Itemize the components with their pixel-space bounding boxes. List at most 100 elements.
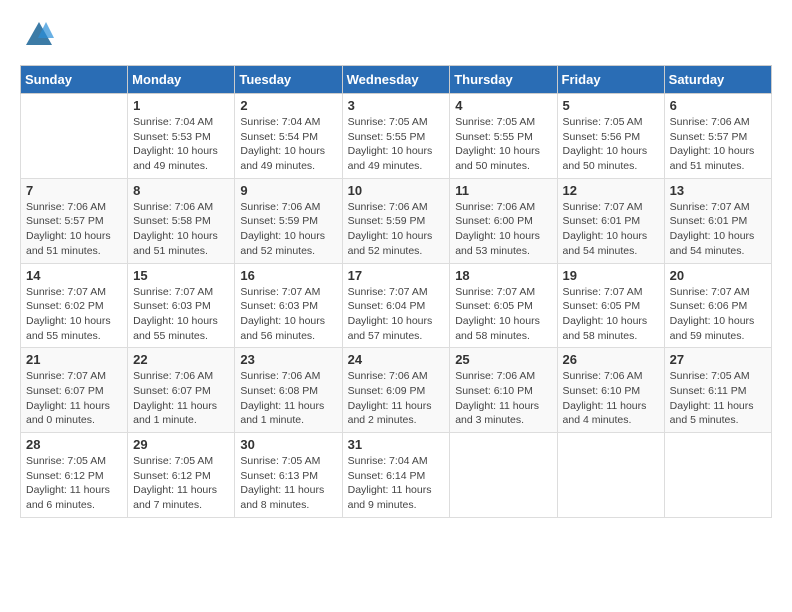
calendar-cell: 4 Sunrise: 7:05 AMSunset: 5:55 PMDaylight… [450, 94, 557, 179]
day-number: 18 [455, 268, 551, 283]
day-info: Sunrise: 7:07 AMSunset: 6:06 PMDaylight:… [670, 285, 766, 344]
calendar-cell: 24 Sunrise: 7:06 AMSunset: 6:09 PMDayligh… [342, 348, 450, 433]
calendar-cell: 6 Sunrise: 7:06 AMSunset: 5:57 PMDaylight… [664, 94, 771, 179]
day-info: Sunrise: 7:06 AMSunset: 5:57 PMDaylight:… [670, 115, 766, 174]
day-number: 31 [348, 437, 445, 452]
day-number: 17 [348, 268, 445, 283]
calendar-cell: 10 Sunrise: 7:06 AMSunset: 5:59 PMDayligh… [342, 178, 450, 263]
day-info: Sunrise: 7:07 AMSunset: 6:01 PMDaylight:… [670, 200, 766, 259]
day-number: 8 [133, 183, 229, 198]
day-number: 21 [26, 352, 122, 367]
calendar-dow-friday: Friday [557, 66, 664, 94]
calendar-cell: 1 Sunrise: 7:04 AMSunset: 5:53 PMDaylight… [128, 94, 235, 179]
calendar-cell: 18 Sunrise: 7:07 AMSunset: 6:05 PMDayligh… [450, 263, 557, 348]
calendar-cell: 25 Sunrise: 7:06 AMSunset: 6:10 PMDayligh… [450, 348, 557, 433]
calendar-cell: 30 Sunrise: 7:05 AMSunset: 6:13 PMDayligh… [235, 433, 342, 518]
day-number: 25 [455, 352, 551, 367]
day-info: Sunrise: 7:06 AMSunset: 5:57 PMDaylight:… [26, 200, 122, 259]
day-info: Sunrise: 7:04 AMSunset: 5:54 PMDaylight:… [240, 115, 336, 174]
day-info: Sunrise: 7:05 AMSunset: 5:56 PMDaylight:… [563, 115, 659, 174]
day-number: 23 [240, 352, 336, 367]
day-number: 1 [133, 98, 229, 113]
calendar-cell: 20 Sunrise: 7:07 AMSunset: 6:06 PMDayligh… [664, 263, 771, 348]
day-number: 14 [26, 268, 122, 283]
calendar-cell: 8 Sunrise: 7:06 AMSunset: 5:58 PMDaylight… [128, 178, 235, 263]
logo [20, 20, 54, 55]
day-number: 30 [240, 437, 336, 452]
day-number: 26 [563, 352, 659, 367]
day-number: 3 [348, 98, 445, 113]
day-info: Sunrise: 7:07 AMSunset: 6:05 PMDaylight:… [563, 285, 659, 344]
calendar-cell: 13 Sunrise: 7:07 AMSunset: 6:01 PMDayligh… [664, 178, 771, 263]
calendar-cell: 5Sunrise: 7:05 AMSunset: 5:56 PMDaylight… [557, 94, 664, 179]
day-info: Sunrise: 7:05 AMSunset: 6:12 PMDaylight:… [26, 454, 122, 513]
calendar-cell: 31 Sunrise: 7:04 AMSunset: 6:14 PMDayligh… [342, 433, 450, 518]
calendar-dow-thursday: Thursday [450, 66, 557, 94]
calendar-cell: 22 Sunrise: 7:06 AMSunset: 6:07 PMDayligh… [128, 348, 235, 433]
calendar-week-5: 28 Sunrise: 7:05 AMSunset: 6:12 PMDayligh… [21, 433, 772, 518]
day-info: Sunrise: 7:06 AMSunset: 6:10 PMDaylight:… [455, 369, 551, 428]
day-info: Sunrise: 7:07 AMSunset: 6:02 PMDaylight:… [26, 285, 122, 344]
day-info: Sunrise: 7:06 AMSunset: 5:59 PMDaylight:… [348, 200, 445, 259]
day-info: Sunrise: 7:04 AMSunset: 6:14 PMDaylight:… [348, 454, 445, 513]
day-info: Sunrise: 7:07 AMSunset: 6:04 PMDaylight:… [348, 285, 445, 344]
day-info: Sunrise: 7:05 AMSunset: 6:11 PMDaylight:… [670, 369, 766, 428]
calendar-cell: 28 Sunrise: 7:05 AMSunset: 6:12 PMDayligh… [21, 433, 128, 518]
day-number: 6 [670, 98, 766, 113]
day-number: 20 [670, 268, 766, 283]
calendar-cell: 29 Sunrise: 7:05 AMSunset: 6:12 PMDayligh… [128, 433, 235, 518]
calendar-cell: 19Sunrise: 7:07 AMSunset: 6:05 PMDayligh… [557, 263, 664, 348]
calendar-header-row: SundayMondayTuesdayWednesdayThursdayFrid… [21, 66, 772, 94]
day-number: 7 [26, 183, 122, 198]
day-info: Sunrise: 7:06 AMSunset: 6:00 PMDaylight:… [455, 200, 551, 259]
day-info: Sunrise: 7:07 AMSunset: 6:03 PMDaylight:… [133, 285, 229, 344]
day-info: Sunrise: 7:06 AMSunset: 5:58 PMDaylight:… [133, 200, 229, 259]
day-info: Sunrise: 7:06 AMSunset: 6:07 PMDaylight:… [133, 369, 229, 428]
day-info: Sunrise: 7:07 AMSunset: 6:07 PMDaylight:… [26, 369, 122, 428]
calendar-dow-wednesday: Wednesday [342, 66, 450, 94]
calendar-dow-sunday: Sunday [21, 66, 128, 94]
calendar-week-2: 7 Sunrise: 7:06 AMSunset: 5:57 PMDaylight… [21, 178, 772, 263]
day-info: Sunrise: 7:06 AMSunset: 6:09 PMDaylight:… [348, 369, 445, 428]
calendar-week-4: 21 Sunrise: 7:07 AMSunset: 6:07 PMDayligh… [21, 348, 772, 433]
day-number: 27 [670, 352, 766, 367]
day-number: 10 [348, 183, 445, 198]
calendar-dow-tuesday: Tuesday [235, 66, 342, 94]
calendar-cell: 7 Sunrise: 7:06 AMSunset: 5:57 PMDaylight… [21, 178, 128, 263]
day-info: Sunrise: 7:05 AMSunset: 6:13 PMDaylight:… [240, 454, 336, 513]
calendar-cell: 14 Sunrise: 7:07 AMSunset: 6:02 PMDayligh… [21, 263, 128, 348]
day-info: Sunrise: 7:06 AMSunset: 6:08 PMDaylight:… [240, 369, 336, 428]
day-info: Sunrise: 7:05 AMSunset: 5:55 PMDaylight:… [348, 115, 445, 174]
calendar-cell: 17 Sunrise: 7:07 AMSunset: 6:04 PMDayligh… [342, 263, 450, 348]
day-number: 15 [133, 268, 229, 283]
day-number: 12 [563, 183, 659, 198]
day-info: Sunrise: 7:04 AMSunset: 5:53 PMDaylight:… [133, 115, 229, 174]
calendar-cell [664, 433, 771, 518]
calendar-cell: 11 Sunrise: 7:06 AMSunset: 6:00 PMDayligh… [450, 178, 557, 263]
logo-icon [24, 20, 54, 50]
calendar-dow-saturday: Saturday [664, 66, 771, 94]
day-info: Sunrise: 7:06 AMSunset: 6:10 PMDaylight:… [563, 369, 659, 428]
calendar-week-1: 1 Sunrise: 7:04 AMSunset: 5:53 PMDaylight… [21, 94, 772, 179]
day-number: 29 [133, 437, 229, 452]
day-number: 22 [133, 352, 229, 367]
day-number: 24 [348, 352, 445, 367]
day-info: Sunrise: 7:05 AMSunset: 6:12 PMDaylight:… [133, 454, 229, 513]
day-number: 4 [455, 98, 551, 113]
calendar-cell: 2 Sunrise: 7:04 AMSunset: 5:54 PMDaylight… [235, 94, 342, 179]
day-info: Sunrise: 7:07 AMSunset: 6:05 PMDaylight:… [455, 285, 551, 344]
calendar-table: SundayMondayTuesdayWednesdayThursdayFrid… [20, 65, 772, 518]
day-info: Sunrise: 7:05 AMSunset: 5:55 PMDaylight:… [455, 115, 551, 174]
day-number: 11 [455, 183, 551, 198]
calendar-cell: 23 Sunrise: 7:06 AMSunset: 6:08 PMDayligh… [235, 348, 342, 433]
day-number: 28 [26, 437, 122, 452]
calendar-cell: 12 Sunrise: 7:07 AMSunset: 6:01 PMDayligh… [557, 178, 664, 263]
day-number: 9 [240, 183, 336, 198]
calendar-cell: 26 Sunrise: 7:06 AMSunset: 6:10 PMDayligh… [557, 348, 664, 433]
day-info: Sunrise: 7:07 AMSunset: 6:01 PMDaylight:… [563, 200, 659, 259]
calendar-cell: 16Sunrise: 7:07 AMSunset: 6:03 PMDayligh… [235, 263, 342, 348]
day-number: 16 [240, 268, 336, 283]
page-header [20, 20, 772, 55]
day-number: 2 [240, 98, 336, 113]
day-number: 13 [670, 183, 766, 198]
